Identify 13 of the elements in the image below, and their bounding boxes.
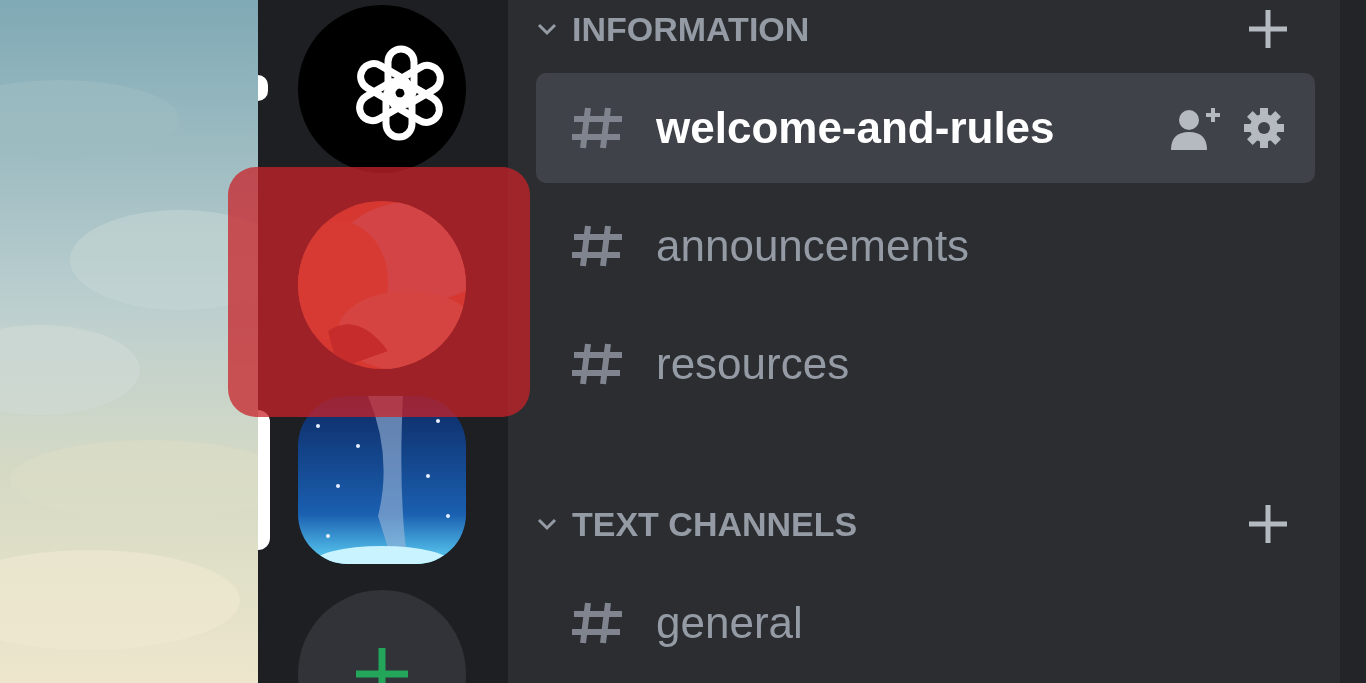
channel-item[interactable]: general [536, 568, 1315, 678]
channel-name: welcome-and-rules [656, 102, 1055, 154]
category-title[interactable]: INFORMATION [572, 3, 810, 55]
plus-icon[interactable] [1247, 8, 1289, 50]
plus-icon[interactable] [1247, 503, 1289, 545]
channel-item[interactable]: announcements [536, 191, 1315, 301]
channel-name: general [656, 597, 803, 649]
channel-name: resources [656, 338, 850, 390]
channel-name: announcements [656, 220, 970, 272]
settings-icon[interactable] [1243, 107, 1285, 149]
channel-item[interactable]: welcome-and-rules [536, 73, 1315, 183]
channel-item[interactable]: resources [536, 309, 1315, 419]
category-title[interactable]: TEXT CHANNELS [572, 498, 858, 550]
